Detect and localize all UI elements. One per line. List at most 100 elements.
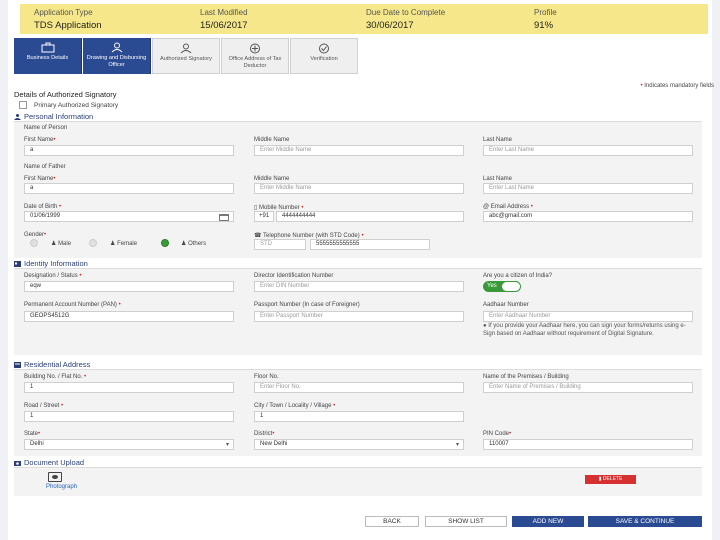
citizen-toggle[interactable]: Yes bbox=[483, 281, 521, 292]
din-input[interactable]: Enter DIN Number bbox=[254, 281, 464, 292]
city-input[interactable]: 1 bbox=[254, 411, 464, 422]
tab-office-address[interactable]: Office Address of Tax Deductor bbox=[221, 38, 289, 74]
show-list-button[interactable]: SHOW LIST bbox=[425, 516, 507, 527]
premises-input[interactable]: Enter Name of Premises / Building bbox=[483, 382, 693, 393]
mobile-input[interactable]: 4444444444 bbox=[276, 211, 464, 222]
gender-male-radio[interactable] bbox=[30, 239, 38, 247]
city-label-text: City / Town / Locality / Village bbox=[254, 403, 332, 409]
email-input[interactable]: abc@gmail.com bbox=[483, 211, 693, 222]
state-label-text: State bbox=[24, 431, 39, 437]
tab-label: Authorized Signatory bbox=[160, 56, 212, 62]
email-label-text: Email Address bbox=[490, 204, 530, 210]
district-select[interactable]: New Delhi ▾ bbox=[254, 439, 464, 450]
aadhaar-label: Aadhaar Number bbox=[483, 302, 529, 308]
address-card-icon bbox=[14, 362, 21, 368]
trash-icon: ▮ bbox=[598, 476, 602, 482]
middle-name-input[interactable]: Enter Middle Name bbox=[254, 145, 464, 156]
gender-label: Gender• bbox=[24, 232, 47, 238]
father-middle-name-input[interactable]: Enter Middle Name bbox=[254, 183, 464, 194]
gender-female-radio[interactable] bbox=[89, 239, 97, 247]
first-name-input[interactable]: a bbox=[24, 145, 234, 156]
designation-input[interactable]: eqw bbox=[24, 281, 234, 292]
tab-business-details[interactable]: Business Details bbox=[14, 38, 82, 74]
tab-drawing-disbursing-officer[interactable]: Drawing and Disbursing Officer bbox=[83, 38, 151, 74]
primary-signatory-label: Primary Authorized Signatory bbox=[34, 102, 119, 109]
due-date-label: Due Date to Complete bbox=[366, 8, 446, 17]
dob-value: 01/06/1999 bbox=[30, 213, 61, 219]
email-icon: @ bbox=[483, 204, 490, 210]
first-name-label: First Name• bbox=[24, 137, 56, 143]
father-first-name-label: First Name• bbox=[24, 176, 56, 182]
gender-female-label: ♟ Female bbox=[110, 240, 137, 247]
tab-label: Drawing and Disbursing Officer bbox=[86, 55, 147, 68]
gender-male-text: Male bbox=[58, 241, 72, 247]
last-modified-label: Last Modified bbox=[200, 8, 248, 17]
tab-authorized-signatory[interactable]: Authorized Signatory bbox=[152, 38, 220, 74]
citizen-label: Are you a citizen of India? bbox=[483, 273, 553, 279]
officer-icon bbox=[111, 42, 122, 53]
delete-button[interactable]: ▮ DELETE bbox=[585, 475, 636, 484]
gender-female-text: Female bbox=[117, 241, 138, 247]
designation-label: Designation / Status • bbox=[24, 273, 82, 279]
chevron-down-icon: ▾ bbox=[225, 442, 229, 448]
photograph-link[interactable]: Photograph bbox=[46, 484, 77, 490]
premises-label: Name of the Premises / Building bbox=[483, 374, 569, 380]
dob-input[interactable]: 01/06/1999 bbox=[24, 211, 234, 222]
pan-label-text: Permanent Account Number (PAN) bbox=[24, 302, 117, 308]
person-icon bbox=[14, 114, 21, 120]
father-first-name-input[interactable]: a bbox=[24, 183, 234, 194]
road-input[interactable]: 1 bbox=[24, 411, 234, 422]
details-heading: Details of Authorized Signatory bbox=[14, 90, 117, 99]
gender-others-radio[interactable] bbox=[161, 239, 169, 247]
male-icon: ♟ bbox=[51, 241, 57, 247]
building-label: Building No. / Flat No. • bbox=[24, 374, 87, 380]
designation-label-text: Designation / Status bbox=[24, 273, 78, 279]
dob-label: Date of Birth • bbox=[24, 204, 62, 210]
std-input[interactable]: STD bbox=[254, 239, 306, 250]
name-of-father-label: Name of Father bbox=[24, 164, 66, 170]
state-select[interactable]: Delhi ▾ bbox=[24, 439, 234, 450]
info-icon: ● bbox=[483, 323, 487, 329]
telephone-input[interactable]: 5555555555555 bbox=[310, 239, 430, 250]
pan-input[interactable]: GEOPS4512G bbox=[24, 311, 234, 322]
tab-label: Business Details bbox=[26, 55, 69, 61]
last-modified-value: 15/06/2017 bbox=[200, 20, 248, 31]
mandatory-note-text: Indicates mandatory fields bbox=[644, 83, 714, 89]
camera-icon bbox=[14, 461, 21, 466]
tab-verification[interactable]: Verification bbox=[290, 38, 358, 74]
back-button[interactable]: BACK bbox=[365, 516, 419, 527]
application-summary-bar: Application Type TDS Application Last Mo… bbox=[20, 4, 708, 34]
passport-input[interactable]: Enter Passport Number bbox=[254, 311, 464, 322]
briefcase-icon bbox=[41, 42, 54, 53]
dob-label-text: Date of Birth bbox=[24, 204, 58, 210]
last-name-input[interactable]: Enter Last Name bbox=[483, 145, 693, 156]
pin-input[interactable]: 110007 bbox=[483, 439, 693, 450]
document-upload-title-text: Document Upload bbox=[24, 458, 85, 467]
mandatory-fields-note: • Indicates mandatory fields bbox=[640, 83, 714, 89]
father-last-name-input[interactable]: Enter Last Name bbox=[483, 183, 693, 194]
add-new-button[interactable]: ADD NEW bbox=[512, 516, 584, 527]
save-continue-button[interactable]: SAVE & CONTINUE bbox=[588, 516, 702, 527]
name-of-person-label: Name of Person bbox=[24, 125, 68, 131]
primary-signatory-checkbox[interactable] bbox=[19, 101, 27, 109]
aadhaar-input[interactable]: Enter Aadhaar Number bbox=[483, 311, 693, 322]
others-icon: ♟ bbox=[181, 241, 187, 247]
telephone-label: ☎ Telephone Number (with STD Code) • bbox=[254, 233, 364, 239]
middle-name-label: Middle Name bbox=[254, 137, 290, 143]
female-icon: ♟ bbox=[110, 241, 116, 247]
father-middle-name-label: Middle Name bbox=[254, 176, 290, 182]
calendar-icon[interactable] bbox=[219, 214, 229, 221]
identity-info-title: Identity Information bbox=[14, 259, 88, 268]
profile-label: Profile bbox=[534, 8, 557, 17]
gender-others-text: Others bbox=[188, 241, 207, 247]
document-upload-title: Document Upload bbox=[14, 458, 84, 467]
personal-info-title: Personal Information bbox=[14, 112, 93, 121]
city-label: City / Town / Locality / Village • bbox=[254, 403, 336, 409]
building-input[interactable]: 1 bbox=[24, 382, 234, 393]
gender-others-label: ♟ Others bbox=[181, 240, 206, 247]
application-type-value: TDS Application bbox=[34, 20, 102, 31]
district-label: District• bbox=[254, 431, 275, 437]
identity-info-title-text: Identity Information bbox=[24, 259, 88, 268]
floor-input[interactable]: Enter Floor No. bbox=[254, 382, 464, 393]
check-circle-icon bbox=[319, 43, 329, 54]
